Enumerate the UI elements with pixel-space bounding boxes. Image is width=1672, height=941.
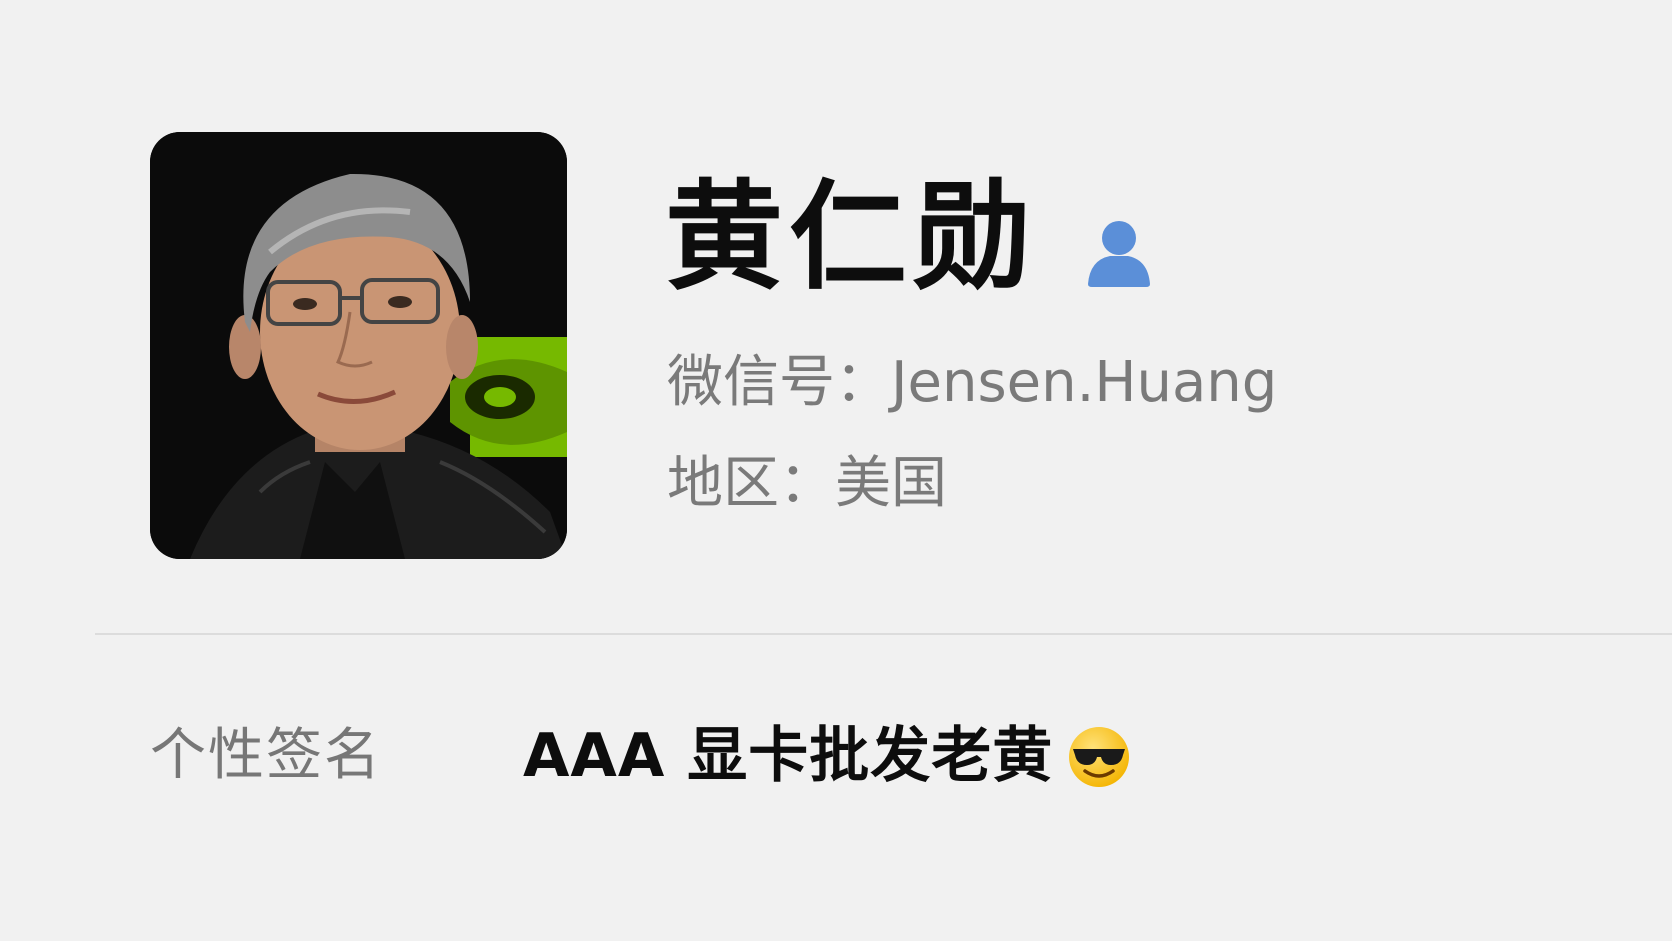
profile-name: 黄仁勋	[665, 168, 1038, 306]
region-row: 地区：美国	[667, 456, 947, 512]
signature-text: AAA 显卡批发老黄	[523, 721, 1054, 791]
section-divider	[95, 633, 1672, 635]
avatar-photo	[150, 132, 567, 559]
profile-page: 黄仁勋 微信号：Jensen.Huang 地区：美国 个性签名 AAA 显卡批发…	[0, 0, 1672, 941]
wechat-id-row: 微信号：Jensen.Huang	[667, 355, 1277, 411]
region-value: 美国	[835, 451, 947, 516]
smiling-face-with-sunglasses-emoji-icon	[1069, 727, 1129, 787]
avatar[interactable]	[150, 132, 567, 559]
contact-person-icon[interactable]	[1084, 216, 1154, 288]
wechat-id-value[interactable]: Jensen.Huang	[891, 350, 1277, 415]
signature-label: 个性签名	[150, 723, 382, 788]
region-label: 地区：	[667, 451, 835, 516]
wechat-id-label: 微信号：	[667, 350, 891, 415]
